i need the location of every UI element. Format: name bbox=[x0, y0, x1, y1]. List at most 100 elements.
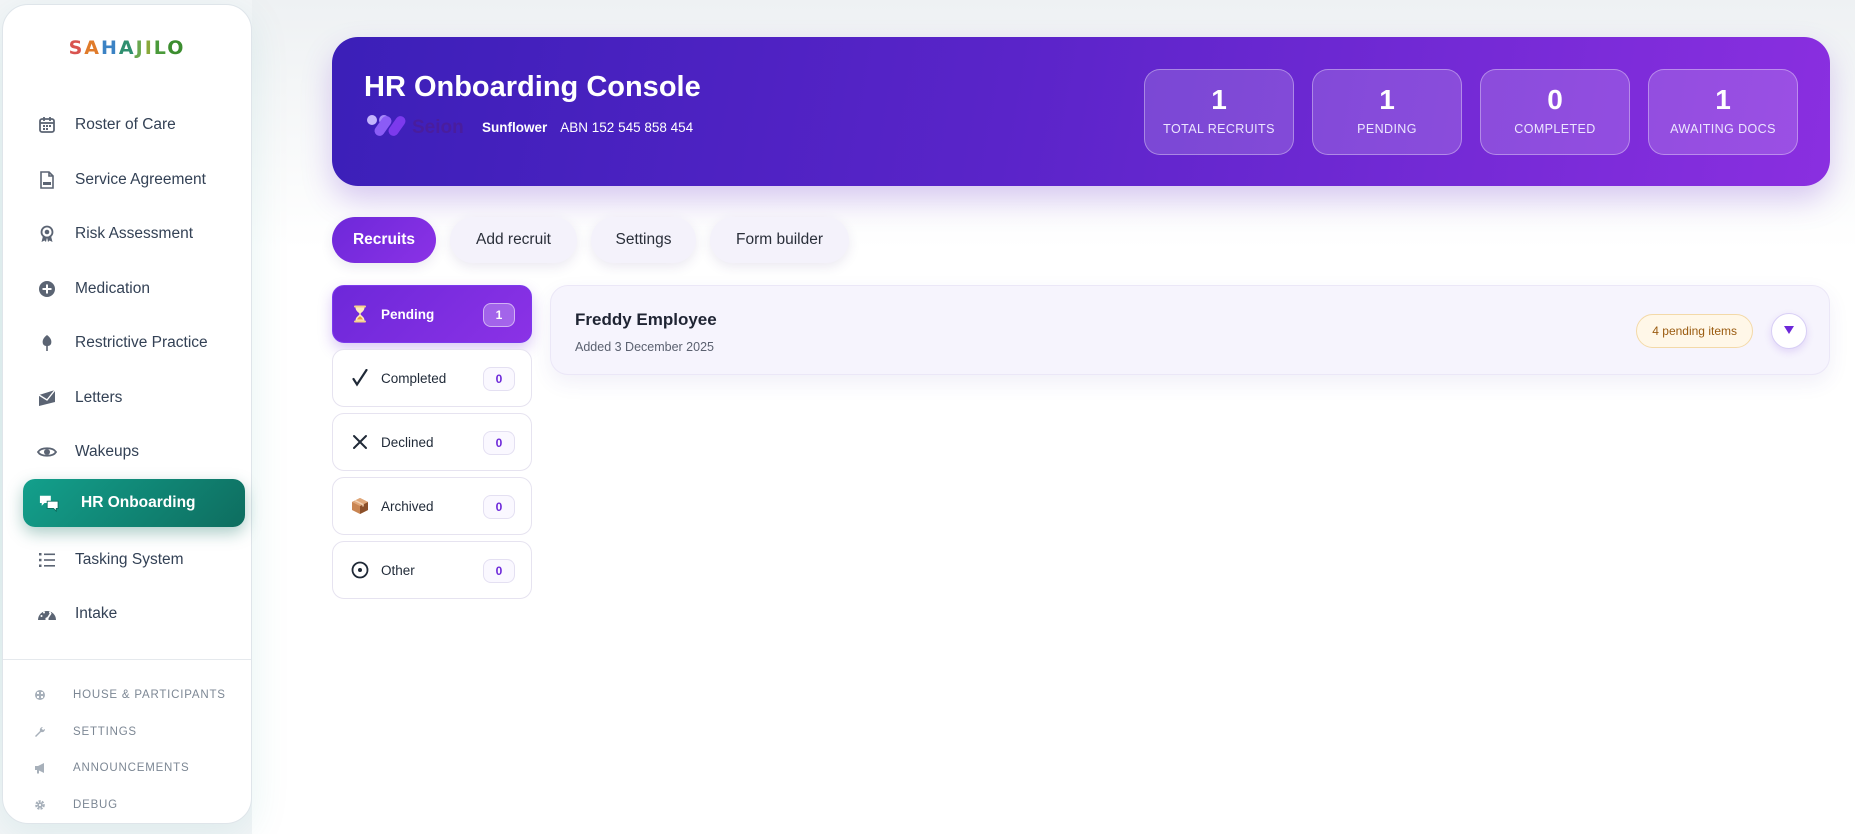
chevron-down-icon bbox=[1783, 322, 1795, 340]
brand-letter: A bbox=[118, 37, 136, 59]
box-icon bbox=[349, 497, 371, 515]
sidebar-item-label: Intake bbox=[75, 605, 118, 622]
filter-label: Completed bbox=[381, 370, 447, 386]
sidebar-item-roster-of-care[interactable]: Roster of Care bbox=[23, 101, 245, 149]
brand-letter: L bbox=[153, 37, 168, 59]
x-icon bbox=[349, 434, 371, 450]
filter-archived[interactable]: Archived 0 bbox=[332, 477, 532, 535]
eye-icon bbox=[37, 442, 57, 462]
org-logo: Seion bbox=[366, 111, 476, 145]
megaphone-icon bbox=[33, 761, 47, 775]
sidebar-sub-label: HOUSE & PARTICIPANTS bbox=[73, 689, 226, 701]
filter-count: 0 bbox=[483, 431, 515, 455]
sidebar-item-label: HR Onboarding bbox=[81, 494, 196, 511]
stat-label: TOTAL RECRUITS bbox=[1163, 122, 1275, 136]
brand-letter: I bbox=[144, 37, 154, 59]
sidebar-item-label: Letters bbox=[75, 389, 123, 406]
plus-circle-icon bbox=[37, 279, 57, 299]
filter-label: Archived bbox=[381, 498, 434, 514]
stat-label: AWAITING DOCS bbox=[1670, 122, 1776, 136]
sidebar-sub-settings[interactable]: SETTINGS bbox=[33, 725, 137, 739]
filter-pending[interactable]: Pending 1 bbox=[332, 285, 532, 343]
calendar-icon bbox=[37, 115, 57, 135]
leaf-icon bbox=[37, 333, 57, 353]
filter-count: 0 bbox=[483, 559, 515, 583]
envelope-icon bbox=[37, 388, 57, 408]
stat-value: 0 bbox=[1547, 84, 1563, 115]
sidebar-item-letters[interactable]: Letters bbox=[23, 374, 245, 422]
dot-circle-icon bbox=[349, 561, 371, 579]
brand-letter: H bbox=[101, 37, 119, 59]
sidebar-item-intake[interactable]: Intake bbox=[23, 590, 245, 638]
stat-pending: 1 PENDING bbox=[1312, 69, 1462, 155]
brand-letter: A bbox=[84, 37, 102, 59]
stat-awaiting-docs: 1 AWAITING DOCS bbox=[1648, 69, 1798, 155]
chat-bubbles-icon bbox=[39, 493, 59, 513]
filter-count: 0 bbox=[483, 495, 515, 519]
sidebar-sub-announcements[interactable]: ANNOUNCEMENTS bbox=[33, 761, 189, 775]
sidebar-item-service-agreement[interactable]: Service Agreement bbox=[23, 156, 245, 204]
sidebar-sub-label: DEBUG bbox=[73, 799, 118, 811]
stat-total-recruits: 1 TOTAL RECRUITS bbox=[1144, 69, 1294, 155]
expand-button[interactable] bbox=[1771, 313, 1807, 349]
org-abn: ABN 152 545 858 454 bbox=[560, 120, 694, 135]
sidebar-item-label: Tasking System bbox=[75, 551, 184, 568]
grid-icon bbox=[33, 688, 47, 702]
filter-label: Declined bbox=[381, 434, 434, 450]
filter-completed[interactable]: Completed 0 bbox=[332, 349, 532, 407]
stat-value: 1 bbox=[1211, 84, 1227, 115]
stat-completed: 0 COMPLETED bbox=[1480, 69, 1630, 155]
tab-settings[interactable]: Settings bbox=[591, 217, 696, 263]
sidebar-item-hr-onboarding[interactable]: HR Onboarding bbox=[23, 479, 245, 527]
sidebar: SAHAJILO Roster of Care Service Agreemen… bbox=[2, 4, 252, 824]
recruit-name: Freddy Employee bbox=[575, 310, 717, 329]
sidebar-item-label: Risk Assessment bbox=[75, 225, 194, 242]
filter-label: Other bbox=[381, 562, 415, 578]
filter-label: Pending bbox=[381, 306, 435, 322]
console-header: HR Onboarding Console Seion Sunflower AB… bbox=[332, 37, 1830, 186]
document-icon bbox=[37, 170, 57, 190]
filter-count: 0 bbox=[483, 367, 515, 391]
stat-label: COMPLETED bbox=[1514, 122, 1596, 136]
filter-other[interactable]: Other 0 bbox=[332, 541, 532, 599]
org-info: Sunflower ABN 152 545 858 454 bbox=[482, 120, 693, 135]
sidebar-sub-label: SETTINGS bbox=[73, 726, 137, 738]
brand-logo[interactable]: SAHAJILO bbox=[3, 37, 251, 59]
brand-letter: O bbox=[167, 37, 186, 59]
sidebar-item-label: Roster of Care bbox=[75, 116, 176, 133]
sidebar-item-wakeups[interactable]: Wakeups bbox=[23, 428, 245, 476]
filter-count: 1 bbox=[483, 303, 515, 327]
check-icon bbox=[349, 369, 371, 387]
recruit-added-date: Added 3 December 2025 bbox=[575, 340, 714, 354]
hourglass-icon bbox=[349, 305, 371, 323]
wrench-icon bbox=[33, 725, 47, 739]
recruit-card[interactable]: Freddy Employee Added 3 December 2025 4 … bbox=[550, 285, 1830, 375]
sidebar-item-medication[interactable]: Medication bbox=[23, 265, 245, 313]
brand-letter: S bbox=[68, 37, 85, 59]
brand-letter: J bbox=[135, 37, 145, 59]
sidebar-item-label: Medication bbox=[75, 280, 150, 297]
sidebar-sub-house-participants[interactable]: HOUSE & PARTICIPANTS bbox=[33, 688, 226, 702]
sidebar-divider bbox=[3, 659, 251, 660]
sidebar-item-tasking-system[interactable]: Tasking System bbox=[23, 536, 245, 584]
badge-icon bbox=[37, 224, 57, 244]
filter-declined[interactable]: Declined 0 bbox=[332, 413, 532, 471]
sidebar-sub-label: ANNOUNCEMENTS bbox=[73, 762, 190, 774]
sidebar-item-restrictive-practice[interactable]: Restrictive Practice bbox=[23, 319, 245, 367]
org-logo-text: Seion bbox=[412, 117, 464, 138]
tab-add-recruit[interactable]: Add recruit bbox=[450, 217, 577, 263]
gear-icon bbox=[33, 798, 47, 812]
sidebar-item-label: Service Agreement bbox=[75, 171, 206, 188]
sidebar-item-risk-assessment[interactable]: Risk Assessment bbox=[23, 210, 245, 258]
page-title: HR Onboarding Console bbox=[364, 71, 701, 103]
org-name: Sunflower bbox=[482, 120, 548, 135]
sidebar-item-label: Restrictive Practice bbox=[75, 334, 208, 351]
dashboard-icon bbox=[37, 604, 57, 624]
tab-recruits[interactable]: Recruits bbox=[332, 217, 436, 263]
pending-items-badge: 4 pending items bbox=[1636, 314, 1753, 348]
sidebar-sub-debug[interactable]: DEBUG bbox=[33, 798, 118, 812]
list-icon bbox=[37, 550, 57, 570]
tab-form-builder[interactable]: Form builder bbox=[710, 217, 849, 263]
stat-value: 1 bbox=[1715, 84, 1731, 115]
sidebar-item-label: Wakeups bbox=[75, 443, 140, 460]
